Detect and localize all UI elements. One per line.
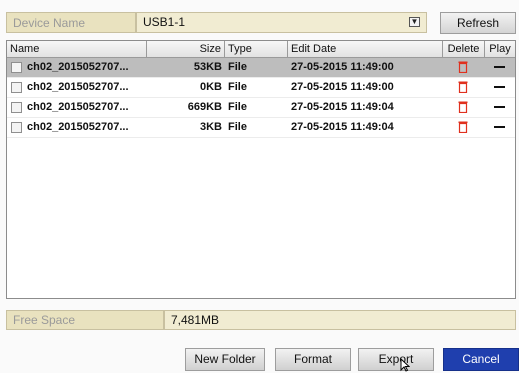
file-name: ch02_2015052707... (27, 61, 129, 73)
backup-file-dialog: Device Name USB1-1 ▼ Refresh Name Size T… (0, 0, 519, 373)
table-header: Name Size Type Edit Date Delete Play (7, 41, 515, 58)
free-space-value: 7,481MB (164, 310, 516, 330)
file-size: 3KB (199, 121, 222, 133)
file-name: ch02_2015052707... (27, 101, 129, 113)
file-name: ch02_2015052707... (27, 121, 129, 133)
delete-cell (443, 78, 485, 97)
format-button[interactable]: Format (275, 348, 351, 371)
table-row[interactable]: ch02_2015052707... 669KB File 27-05-2015… (7, 98, 515, 118)
file-edit-date: 27-05-2015 11:49:00 (291, 61, 394, 73)
play-cell (485, 58, 515, 77)
file-edit-date: 27-05-2015 11:49:04 (291, 101, 394, 113)
device-select[interactable]: USB1-1 ▼ (136, 12, 427, 33)
column-header-type[interactable]: Type (225, 41, 288, 57)
delete-cell (443, 98, 485, 117)
file-edit-date: 27-05-2015 11:49:00 (291, 81, 394, 93)
cancel-button[interactable]: Cancel (443, 348, 519, 371)
table-row[interactable]: ch02_2015052707... 53KB File 27-05-2015 … (7, 58, 515, 78)
file-type: File (228, 61, 247, 73)
play-cell (485, 118, 515, 137)
chevron-down-icon[interactable]: ▼ (409, 17, 420, 27)
file-size: 0KB (199, 81, 222, 93)
new-folder-button[interactable]: New Folder (185, 348, 265, 371)
trash-icon[interactable] (458, 61, 468, 73)
file-icon (11, 82, 22, 93)
column-header-play[interactable]: Play (485, 41, 515, 57)
file-icon (11, 62, 22, 73)
export-button[interactable]: Export (358, 348, 434, 371)
play-dash-icon[interactable] (494, 126, 505, 128)
file-edit-date: 27-05-2015 11:49:04 (291, 121, 394, 133)
table-row[interactable]: ch02_2015052707... 3KB File 27-05-2015 1… (7, 118, 515, 138)
delete-cell (443, 118, 485, 137)
device-row: Device Name USB1-1 ▼ Refresh (6, 12, 516, 35)
delete-cell (443, 58, 485, 77)
table-row[interactable]: ch02_2015052707... 0KB File 27-05-2015 1… (7, 78, 515, 98)
refresh-button[interactable]: Refresh (440, 12, 516, 34)
column-header-edit-date[interactable]: Edit Date (288, 41, 443, 57)
play-dash-icon[interactable] (494, 106, 505, 108)
file-size: 53KB (193, 61, 222, 73)
free-space-row: Free Space 7,481MB (6, 310, 516, 330)
file-type: File (228, 101, 247, 113)
free-space-label: Free Space (6, 310, 164, 330)
file-name: ch02_2015052707... (27, 81, 129, 93)
mouse-cursor-icon (400, 358, 410, 372)
play-cell (485, 98, 515, 117)
trash-icon[interactable] (458, 81, 468, 93)
column-header-delete[interactable]: Delete (443, 41, 485, 57)
play-cell (485, 78, 515, 97)
play-dash-icon[interactable] (494, 86, 505, 88)
column-header-name[interactable]: Name (7, 41, 147, 57)
device-name-label: Device Name (6, 12, 136, 33)
trash-icon[interactable] (458, 121, 468, 133)
file-list: ch02_2015052707... 53KB File 27-05-2015 … (7, 58, 515, 138)
file-type: File (228, 81, 247, 93)
play-dash-icon[interactable] (494, 66, 505, 68)
file-icon (11, 122, 22, 133)
file-icon (11, 102, 22, 113)
device-select-value: USB1-1 (143, 15, 186, 29)
file-type: File (228, 121, 247, 133)
column-header-size[interactable]: Size (147, 41, 225, 57)
file-size: 669KB (187, 101, 222, 113)
trash-icon[interactable] (458, 101, 468, 113)
file-table: Name Size Type Edit Date Delete Play ch0… (6, 40, 516, 299)
